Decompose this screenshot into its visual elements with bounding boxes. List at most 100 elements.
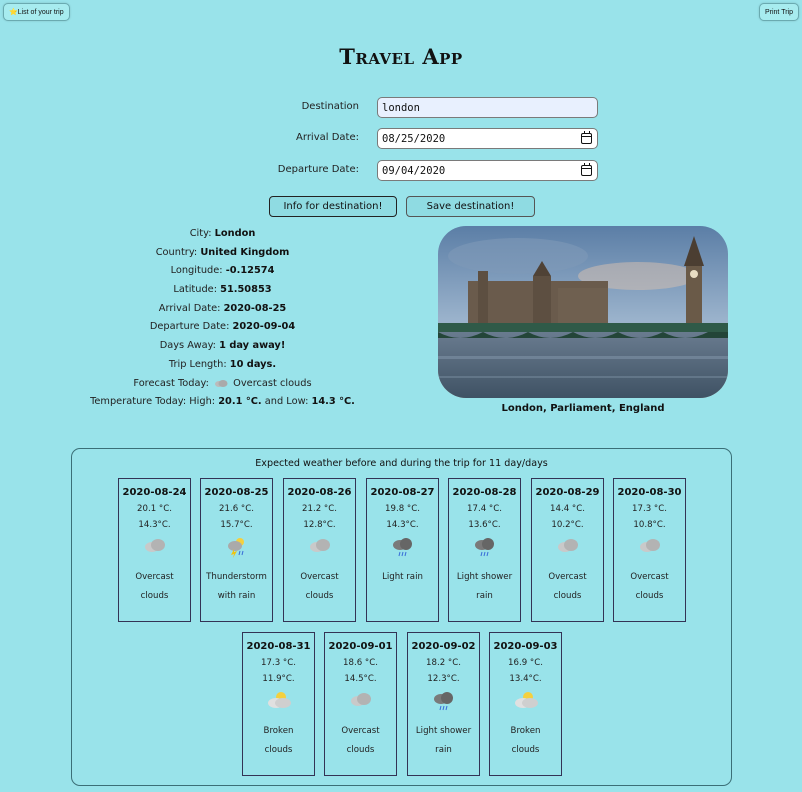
arrival-line: Arrival Date: 2020-08-25 bbox=[50, 303, 395, 322]
overcast-clouds-icon bbox=[284, 536, 355, 560]
day-description: Overcast bbox=[548, 572, 587, 582]
departure-line: Departure Date: 2020-09-04 bbox=[50, 321, 395, 340]
day-low-temp: 11.9°C. bbox=[262, 674, 295, 684]
day-low-temp: 13.6°C. bbox=[468, 520, 501, 530]
overcast-clouds-icon bbox=[215, 379, 228, 387]
country-line: Country: United Kingdom bbox=[50, 247, 395, 266]
departure-label: Departure Date: bbox=[149, 321, 230, 333]
day-description: Light shower bbox=[456, 572, 513, 582]
weather-day-card: 2020-08-26 21.2 °C. 12.8°C. Overcast clouds bbox=[283, 478, 356, 622]
day-description: Overcast bbox=[300, 572, 339, 582]
weather-day-card: 2020-08-27 19.8 °C. 14.3°C. Light rain bbox=[366, 478, 439, 622]
day-description: Overcast bbox=[341, 726, 380, 736]
day-low-temp: 10.8°C. bbox=[633, 520, 666, 530]
day-date: 2020-08-27 bbox=[370, 487, 435, 498]
day-date: 2020-08-29 bbox=[535, 487, 600, 498]
day-description-2: clouds bbox=[511, 745, 540, 755]
departure-value: 2020-09-04 bbox=[232, 321, 296, 333]
day-description-2: clouds bbox=[553, 591, 582, 601]
print-trip-button[interactable]: Print Trip bbox=[758, 3, 799, 21]
country-value: United Kingdom bbox=[200, 246, 290, 258]
city-label: City: bbox=[189, 228, 212, 239]
temperature-label: Temperature Today: High: bbox=[90, 396, 216, 408]
calendar-icon[interactable] bbox=[581, 131, 592, 144]
day-high-temp: 18.6 °C. bbox=[343, 658, 378, 668]
day-date: 2020-09-02 bbox=[411, 641, 476, 652]
arrival-row: Arrival Date: 08/25/2020 bbox=[0, 128, 802, 151]
day-date: 2020-09-01 bbox=[328, 641, 393, 652]
latitude-value: 51.50853 bbox=[220, 284, 272, 296]
weather-day-card: 2020-08-28 17.4 °C. 13.6°C. Light shower rai… bbox=[448, 478, 521, 622]
app-title: Travel App bbox=[339, 44, 463, 69]
day-high-temp: 14.4 °C. bbox=[550, 504, 585, 514]
day-low-temp: 12.3°C. bbox=[427, 674, 460, 684]
country-label: Country: bbox=[155, 246, 198, 258]
day-high-temp: 19.8 °C. bbox=[385, 504, 420, 514]
day-description-2: rain bbox=[476, 591, 493, 601]
destination-label: Destination bbox=[301, 101, 359, 112]
day-date: 2020-08-25 bbox=[204, 487, 269, 498]
temperature-low: 14.3 °C. bbox=[311, 396, 355, 408]
day-description-2: with rain bbox=[217, 591, 256, 601]
arrival-label: Arrival Date: bbox=[158, 302, 221, 314]
day-low-temp: 13.4°C. bbox=[509, 674, 542, 684]
day-description-2: clouds bbox=[264, 745, 293, 755]
info-for-destination-button[interactable]: Info for destination! bbox=[269, 196, 397, 217]
day-low-temp: 10.2°C. bbox=[551, 520, 584, 530]
forecast-label: Forecast Today: bbox=[133, 377, 209, 389]
destination-input[interactable]: london bbox=[377, 97, 598, 118]
destination-photo bbox=[438, 226, 728, 398]
shower-rain-icon bbox=[449, 536, 520, 560]
weather-day-card: 2020-08-24 20.1 °C. 14.3°C. Overcast clouds bbox=[118, 478, 191, 622]
day-description: Overcast bbox=[630, 572, 669, 582]
weather-day-card: 2020-08-29 14.4 °C. 10.2°C. Overcast clouds bbox=[531, 478, 604, 622]
destination-info: City: London Country: United Kingdom Lon… bbox=[50, 228, 395, 415]
arrival-date-value: 08/25/2020 bbox=[382, 133, 446, 145]
latitude-label: Latitude: bbox=[173, 284, 218, 296]
longitude-label: Longitude: bbox=[170, 265, 223, 277]
weather-day-card: 2020-08-30 17.3 °C. 10.8°C. Overcast clouds bbox=[613, 478, 686, 622]
city-value: London bbox=[214, 228, 256, 239]
weather-panel-title: Expected weather before and during the t… bbox=[255, 458, 548, 469]
calendar-icon[interactable] bbox=[581, 163, 592, 176]
day-high-temp: 17.3 °C. bbox=[632, 504, 667, 514]
overcast-clouds-icon bbox=[325, 690, 396, 714]
forecast-line: Forecast Today: Overcast clouds bbox=[50, 378, 395, 397]
trip-length-line: Trip Length: 10 days. bbox=[50, 359, 395, 378]
overcast-clouds-icon bbox=[119, 536, 190, 560]
day-description: Thunderstorm bbox=[206, 572, 267, 582]
departure-date-label: Departure Date: bbox=[277, 164, 359, 175]
arrival-date-input[interactable]: 08/25/2020 bbox=[377, 128, 598, 149]
days-away-value: 1 day away! bbox=[219, 340, 286, 352]
weather-day-card: 2020-09-01 18.6 °C. 14.5°C. Overcast clouds bbox=[324, 632, 397, 776]
day-date: 2020-09-03 bbox=[493, 641, 558, 652]
departure-date-input[interactable]: 09/04/2020 bbox=[377, 160, 598, 181]
day-description-2: rain bbox=[435, 745, 452, 755]
weather-day-card: 2020-09-02 18.2 °C. 12.3°C. Light shower rai… bbox=[407, 632, 480, 776]
day-description: Light rain bbox=[382, 572, 423, 582]
longitude-line: Longitude: -0.12574 bbox=[50, 265, 395, 284]
day-low-temp: 14.3°C. bbox=[138, 520, 171, 530]
day-high-temp: 21.6 °C. bbox=[219, 504, 254, 514]
day-low-temp: 14.3°C. bbox=[386, 520, 419, 530]
list-of-trips-button[interactable]: ⭐List of your trip bbox=[3, 3, 70, 21]
day-description-2: clouds bbox=[635, 591, 664, 601]
longitude-value: -0.12574 bbox=[225, 265, 275, 277]
destination-row: Destination london bbox=[0, 97, 802, 120]
departure-row: Departure Date: 09/04/2020 bbox=[0, 160, 802, 183]
trip-length-label: Trip Length: bbox=[168, 358, 227, 370]
day-high-temp: 17.4 °C. bbox=[467, 504, 502, 514]
photo-caption: London, Parliament, England bbox=[501, 403, 665, 414]
weather-day-card: 2020-08-25 21.6 °C. 15.7°C. Thunderstorm wit… bbox=[200, 478, 273, 622]
day-high-temp: 17.3 °C. bbox=[261, 658, 296, 668]
day-date: 2020-08-28 bbox=[452, 487, 517, 498]
light-rain-icon bbox=[367, 536, 438, 560]
latitude-line: Latitude: 51.50853 bbox=[50, 284, 395, 303]
save-destination-button[interactable]: Save destination! bbox=[406, 196, 535, 217]
weather-day-card: 2020-09-03 16.9 °C. 13.4°C. Broken clouds bbox=[489, 632, 562, 776]
temperature-line: Temperature Today: High: 20.1 °C. and Lo… bbox=[50, 396, 395, 415]
day-date: 2020-08-31 bbox=[246, 641, 311, 652]
day-description-2: clouds bbox=[305, 591, 334, 601]
shower-rain-icon bbox=[408, 690, 479, 714]
days-away-line: Days Away: 1 day away! bbox=[50, 340, 395, 359]
